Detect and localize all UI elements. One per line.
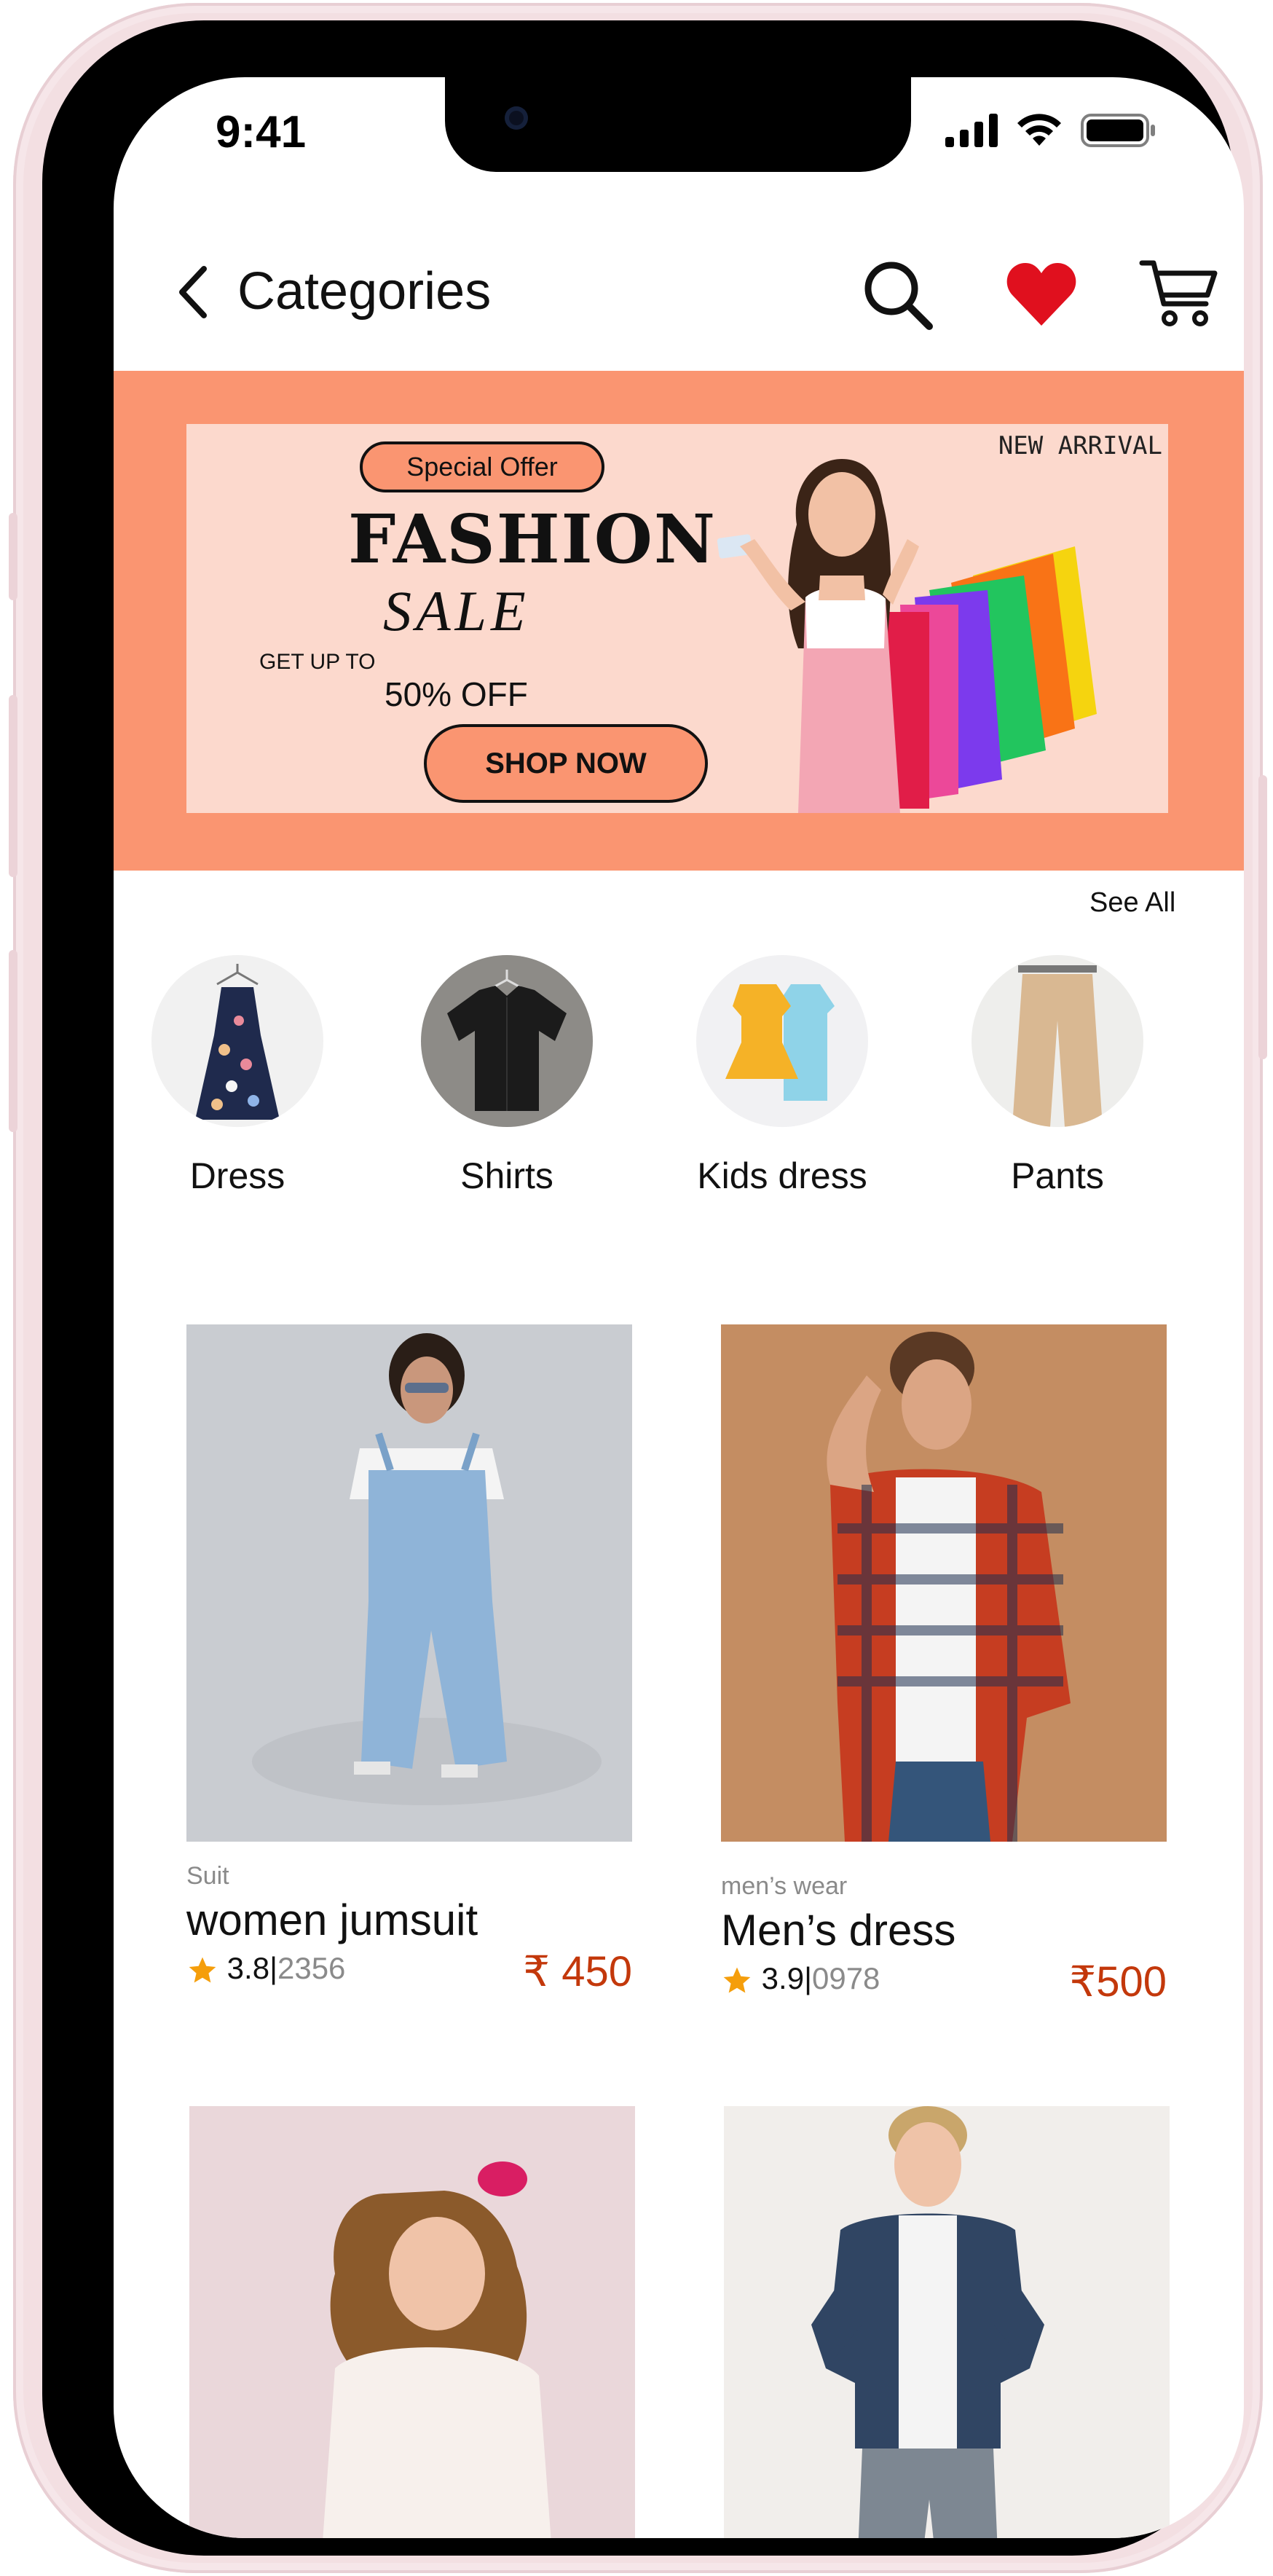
product-price: ₹500	[1069, 1958, 1167, 2006]
back-arrow-icon[interactable]	[172, 263, 216, 321]
special-offer-badge: Special Offer	[360, 441, 604, 492]
product-review-count: 0978	[811, 1961, 880, 1995]
see-all-link[interactable]: See All	[1089, 887, 1175, 919]
category-dress[interactable]: Dress	[143, 955, 332, 1197]
product-rating: 3.9	[761, 1961, 805, 1995]
product-card[interactable]: men’s wear Men’s dress 3.9|0978 ₹500	[721, 1324, 1167, 2012]
new-arrival-tag: NEW ARRIVAL	[998, 431, 1162, 460]
favorites-heart-icon[interactable]	[1005, 259, 1078, 331]
product-card[interactable]	[724, 2106, 1170, 2538]
battery-icon	[1081, 114, 1155, 147]
category-shirts-image	[421, 955, 593, 1127]
product-card[interactable]	[189, 2106, 635, 2538]
product-title: Men’s dress	[721, 1906, 956, 1955]
category-label: Shirts	[460, 1155, 553, 1196]
category-dress-image	[151, 955, 323, 1127]
rating-separator: |	[269, 1951, 277, 1985]
product-card[interactable]: Suit women jumsuit 3.8|2356 ₹ 450	[186, 1324, 632, 2002]
category-kids-dress[interactable]: Kids dress	[687, 955, 877, 1197]
banner-headline: FASHION	[348, 500, 717, 578]
category-shirts[interactable]: Shirts	[412, 955, 602, 1197]
side-button	[9, 513, 17, 600]
product-category: Suit	[186, 1862, 229, 1890]
product-meta: 3.9|0978 ₹500	[721, 1958, 1167, 2012]
category-kids-dress-image	[696, 955, 868, 1127]
volume-up-button	[9, 695, 17, 877]
status-icons	[945, 112, 1156, 147]
star-icon	[189, 1957, 216, 1983]
cart-icon[interactable]	[1139, 256, 1219, 329]
banner-model-photo	[717, 459, 1097, 813]
category-label: Kids dress	[697, 1155, 867, 1196]
screen: 9:41 Categories Special Offer FASHION SA…	[114, 77, 1244, 2538]
phone-frame: 9:41 Categories Special Offer FASHION SA…	[9, 3, 1267, 2573]
category-label: Pants	[1011, 1155, 1104, 1196]
top-navigation: Categories	[114, 234, 1244, 336]
product-title: women jumsuit	[186, 1896, 478, 1944]
banner-get-up-to: GET UP TO	[259, 650, 376, 674]
status-time: 9:41	[216, 107, 307, 157]
promo-banner-card: Special Offer FASHION SALE GET UP TO 50%…	[186, 424, 1168, 813]
product-image	[186, 1324, 632, 1842]
promo-banner[interactable]: Special Offer FASHION SALE GET UP TO 50%…	[114, 371, 1244, 871]
product-meta: 3.8|2356 ₹ 450	[186, 1948, 632, 2002]
product-image	[724, 2106, 1170, 2538]
product-rating: 3.8	[226, 1951, 270, 1985]
phone-bezel: 9:41 Categories Special Offer FASHION SA…	[42, 20, 1244, 2556]
camera-icon	[505, 106, 528, 130]
product-price: ₹ 450	[523, 1948, 632, 1995]
volume-down-button	[9, 950, 17, 1132]
banner-subheadline: SALE	[383, 579, 530, 643]
star-icon	[723, 1967, 751, 1993]
wifi-icon	[1017, 114, 1061, 146]
category-pants[interactable]: Pants	[963, 955, 1152, 1197]
page-title: Categories	[237, 262, 492, 321]
shop-now-button[interactable]: SHOP NOW	[424, 724, 708, 803]
category-label: Dress	[189, 1155, 285, 1196]
category-pants-image	[972, 955, 1143, 1127]
signal-icon	[945, 114, 998, 147]
power-button	[1258, 775, 1267, 1059]
rating-separator: |	[804, 1961, 812, 1995]
search-icon[interactable]	[861, 258, 934, 331]
banner-discount: 50% OFF	[385, 675, 528, 713]
product-category: men’s wear	[721, 1872, 848, 1900]
dynamic-notch	[445, 77, 911, 172]
product-image	[189, 2106, 635, 2538]
product-image	[721, 1324, 1167, 1842]
product-review-count: 2356	[277, 1951, 346, 1985]
